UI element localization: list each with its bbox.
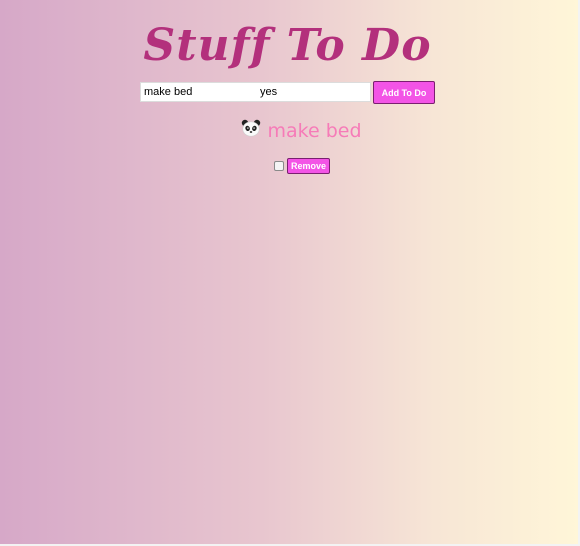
todo-input-done-value: yes bbox=[260, 86, 278, 98]
todo-done-checkbox[interactable] bbox=[274, 161, 284, 171]
todo-input-task-value: make bed bbox=[144, 86, 193, 98]
add-todo-button[interactable]: Add To Do bbox=[373, 81, 435, 104]
remove-todo-button[interactable]: Remove bbox=[287, 158, 330, 174]
todo-input[interactable]: make bed yes bbox=[140, 82, 371, 102]
add-todo-form: make bed yes Add To Do bbox=[140, 81, 436, 105]
panda-icon bbox=[241, 119, 261, 137]
todo-item: make bed bbox=[0, 119, 580, 148]
todo-item-label: make bed bbox=[267, 120, 362, 142]
page-title: Stuff To Do bbox=[143, 20, 432, 71]
todo-item-controls: Remove bbox=[274, 157, 330, 175]
